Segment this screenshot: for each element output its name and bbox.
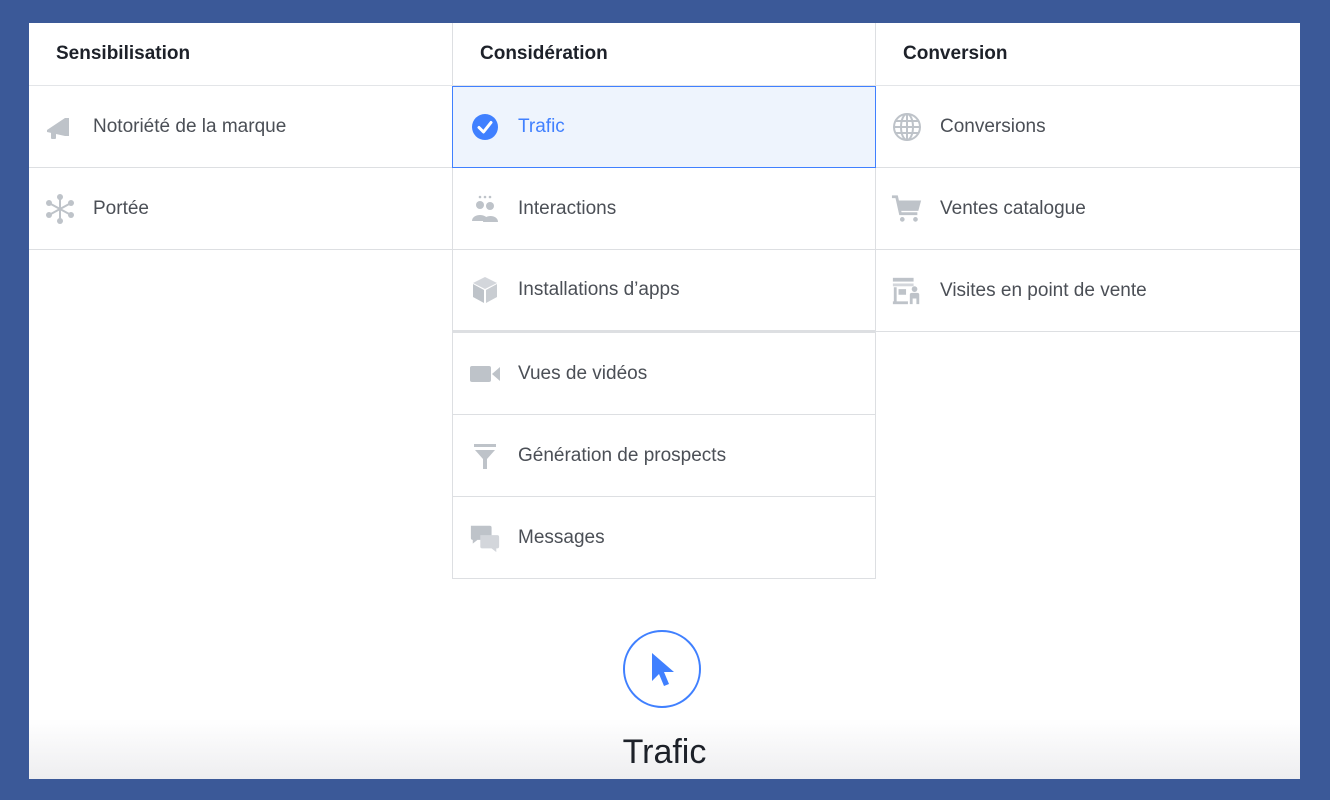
reach-icon xyxy=(44,193,76,225)
checkmark-icon xyxy=(469,111,501,143)
objective-visites-point-de-vente[interactable]: Visites en point de vente xyxy=(876,250,1300,332)
objective-interactions[interactable]: Interactions xyxy=(452,168,876,250)
objective-messages[interactable]: Messages xyxy=(452,497,876,579)
column-sensibilisation: Sensibilisation Notoriété de la marque P… xyxy=(29,23,453,250)
column-header: Conversion xyxy=(876,23,1300,86)
objective-panel: Sensibilisation Notoriété de la marque P… xyxy=(29,23,1300,779)
objective-portee[interactable]: Portée xyxy=(29,168,453,250)
video-camera-icon xyxy=(469,358,501,390)
column-header: Considération xyxy=(452,23,876,86)
detail-title: Trafic xyxy=(622,733,707,771)
objective-installations[interactable]: Installations d’apps xyxy=(452,250,876,333)
objective-label: Portée xyxy=(93,197,149,219)
funnel-icon xyxy=(469,440,501,472)
column-consideration: Considération Trafic Interactions Instal… xyxy=(452,23,876,579)
chat-bubbles-icon xyxy=(469,522,501,554)
cart-icon xyxy=(891,193,923,225)
globe-icon xyxy=(891,111,923,143)
objective-prospects[interactable]: Génération de prospects xyxy=(452,415,876,497)
megaphone-icon xyxy=(44,111,76,143)
objective-label: Vues de vidéos xyxy=(518,362,648,384)
objective-label: Messages xyxy=(518,526,605,548)
cursor-icon xyxy=(623,630,701,708)
objective-label: Trafic xyxy=(518,116,565,137)
people-icon xyxy=(469,193,501,225)
column-conversion: Conversion Conversions Ventes catalogue … xyxy=(876,23,1300,332)
objective-ventes-catalogue[interactable]: Ventes catalogue xyxy=(876,168,1300,250)
objective-label: Notoriété de la marque xyxy=(93,115,287,137)
objective-notoriete[interactable]: Notoriété de la marque xyxy=(29,86,453,168)
objective-conversions[interactable]: Conversions xyxy=(876,86,1300,168)
objective-vues-videos[interactable]: Vues de vidéos xyxy=(452,333,876,415)
objective-trafic[interactable]: Trafic xyxy=(452,86,876,168)
store-visit-icon xyxy=(891,275,923,307)
objective-label: Interactions xyxy=(518,197,617,219)
objective-label: Génération de prospects xyxy=(518,444,727,466)
box-icon xyxy=(469,274,501,306)
objective-label: Ventes catalogue xyxy=(940,197,1086,219)
column-header: Sensibilisation xyxy=(29,23,453,86)
objective-label: Installations d’apps xyxy=(518,279,680,300)
objective-label: Visites en point de vente xyxy=(940,279,1147,301)
objective-label: Conversions xyxy=(940,115,1046,137)
